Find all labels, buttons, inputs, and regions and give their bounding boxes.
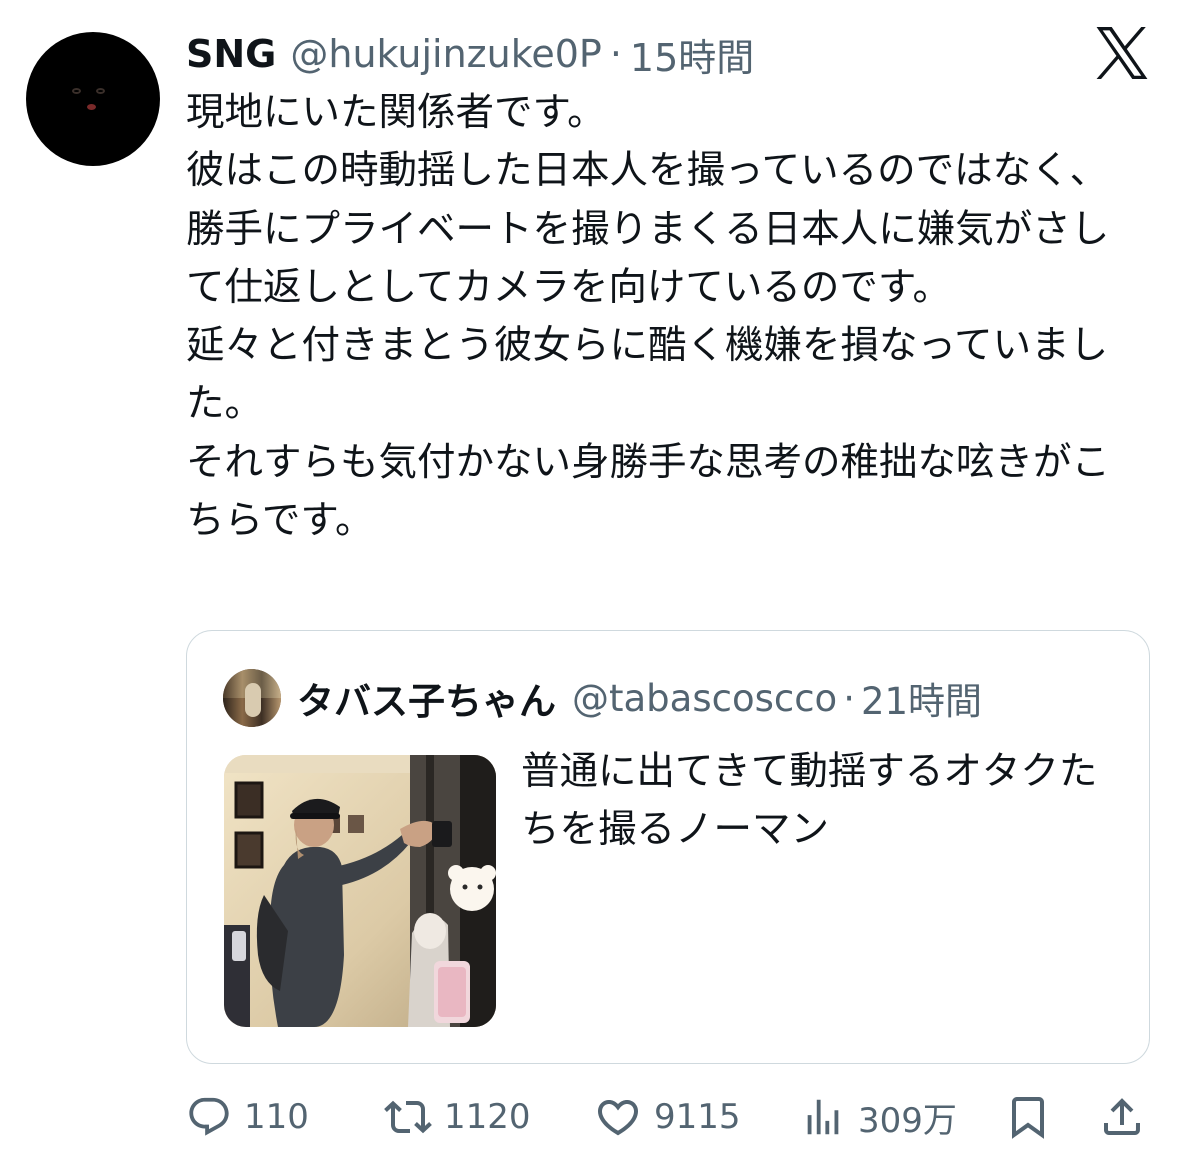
quoted-author-handle[interactable]: @tabascoscco [572, 677, 837, 720]
views-button[interactable]: 309万 [800, 1082, 957, 1152]
retweet-count: 1120 [444, 1097, 531, 1137]
quoted-header-separator: · [843, 676, 855, 720]
quoted-author-display-name[interactable]: タバス子ちゃん [297, 671, 556, 725]
avatar-eye-left [72, 88, 81, 94]
retweet-button[interactable]: 1120 [384, 1082, 531, 1152]
views-chart-icon [807, 1099, 839, 1135]
quoted-tweet-photo[interactable] [224, 755, 496, 1027]
quoted-tweet-timestamp[interactable]: 21時間 [861, 671, 982, 725]
heart-icon [597, 1100, 639, 1136]
tweet-text: 現地にいた関係者です。 彼はこの時動揺した日本人を撮っているのではなく、勝手にプ… [186, 90, 1111, 544]
quoted-author-avatar[interactable] [223, 669, 281, 727]
avatar-nose [87, 104, 96, 110]
tweet-header: SNG @hukujinzuke0P · 15時間 [186, 24, 754, 84]
bookmark-button[interactable] [1004, 1082, 1052, 1152]
quoted-tweet-header: タバス子ちゃん @tabascoscco · 21時間 [223, 667, 982, 729]
bookmark-icon [1012, 1097, 1044, 1139]
share-button[interactable] [1098, 1082, 1146, 1152]
tweet-actions-bar: 110 1120 9115 309万 [0, 1082, 1179, 1152]
reply-button[interactable]: 110 [186, 1082, 309, 1152]
like-count: 9115 [654, 1097, 741, 1137]
x-logo-icon[interactable] [1094, 27, 1150, 79]
avatar-eye-right [96, 88, 105, 94]
share-icon [1104, 1098, 1140, 1135]
quoted-tweet-card[interactable]: タバス子ちゃん @tabascoscco · 21時間 普通に出てきて動揺するオ… [186, 630, 1150, 1064]
photo-illustration [224, 755, 496, 1027]
like-button[interactable]: 9115 [594, 1082, 741, 1152]
author-display-name[interactable]: SNG [186, 32, 276, 76]
reply-count: 110 [244, 1097, 309, 1137]
views-count: 309万 [858, 1100, 957, 1141]
reply-icon [189, 1097, 229, 1136]
author-handle[interactable]: @hukujinzuke0P [290, 32, 601, 76]
quoted-tweet-text: 普通に出てきて動揺するオタクたちを撮るノーマン [521, 749, 1098, 852]
tweet-timestamp[interactable]: 15時間 [630, 27, 754, 82]
author-avatar[interactable] [26, 32, 160, 166]
header-separator: · [609, 32, 622, 76]
retweet-icon [384, 1100, 432, 1134]
